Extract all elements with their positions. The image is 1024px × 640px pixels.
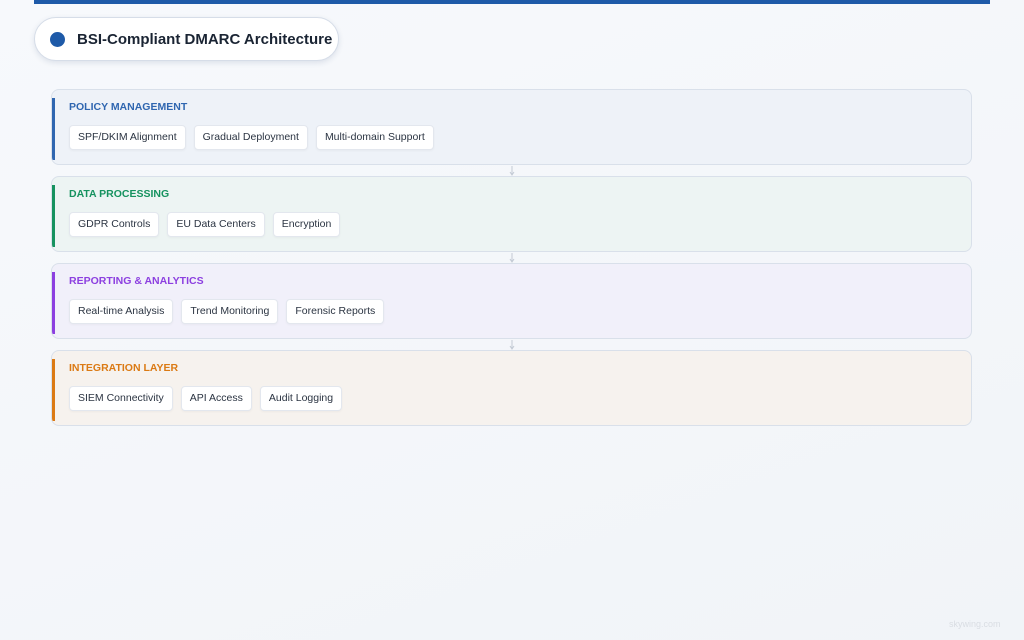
title-card: BSI-Compliant DMARC Architecture [34,17,339,61]
component-chip: Forensic Reports [286,299,385,324]
layer-data-processing: DATA PROCESSING GDPR Controls EU Data Ce… [51,176,972,252]
component-list: SIEM Connectivity API Access Audit Loggi… [69,386,343,411]
layer-accent-bar [52,272,55,334]
layer-title: INTEGRATION LAYER [69,362,179,374]
component-chip: Audit Logging [259,386,343,411]
watermark: skywing.com [949,619,1001,629]
component-list: SPF/DKIM Alignment Gradual Deployment Mu… [69,125,434,150]
component-chip: GDPR Controls [69,212,160,237]
component-chip: Multi-domain Support [315,125,434,150]
layer-accent-bar [52,98,55,160]
component-chip: Gradual Deployment [193,125,308,150]
component-chip: API Access [180,386,252,411]
component-chip: Trend Monitoring [181,299,279,324]
connector-arrow-icon [509,166,515,176]
layer-title: DATA PROCESSING [69,188,170,200]
connector-arrow-icon [509,253,515,263]
component-list: Real-time Analysis Trend Monitoring Fore… [69,299,385,324]
layer-reporting-analytics: REPORTING & ANALYTICS Real-time Analysis… [51,263,972,339]
component-chip: EU Data Centers [167,212,265,237]
layer-policy-management: POLICY MANAGEMENT SPF/DKIM Alignment Gra… [51,89,972,165]
page-title: BSI-Compliant DMARC Architecture [77,30,333,48]
layer-accent-bar [52,359,55,421]
layer-title: POLICY MANAGEMENT [69,101,188,113]
top-accent-bar [34,0,990,4]
component-list: GDPR Controls EU Data Centers Encryption [69,212,341,237]
title-dot-icon [50,31,65,47]
component-chip: Real-time Analysis [69,299,174,324]
layer-title: REPORTING & ANALYTICS [69,275,204,287]
component-chip: SPF/DKIM Alignment [69,125,186,150]
component-chip: SIEM Connectivity [69,386,173,411]
layer-accent-bar [52,185,55,247]
component-chip: Encryption [272,212,341,237]
layer-integration: INTEGRATION LAYER SIEM Connectivity API … [51,350,972,426]
connector-arrow-icon [509,340,515,350]
